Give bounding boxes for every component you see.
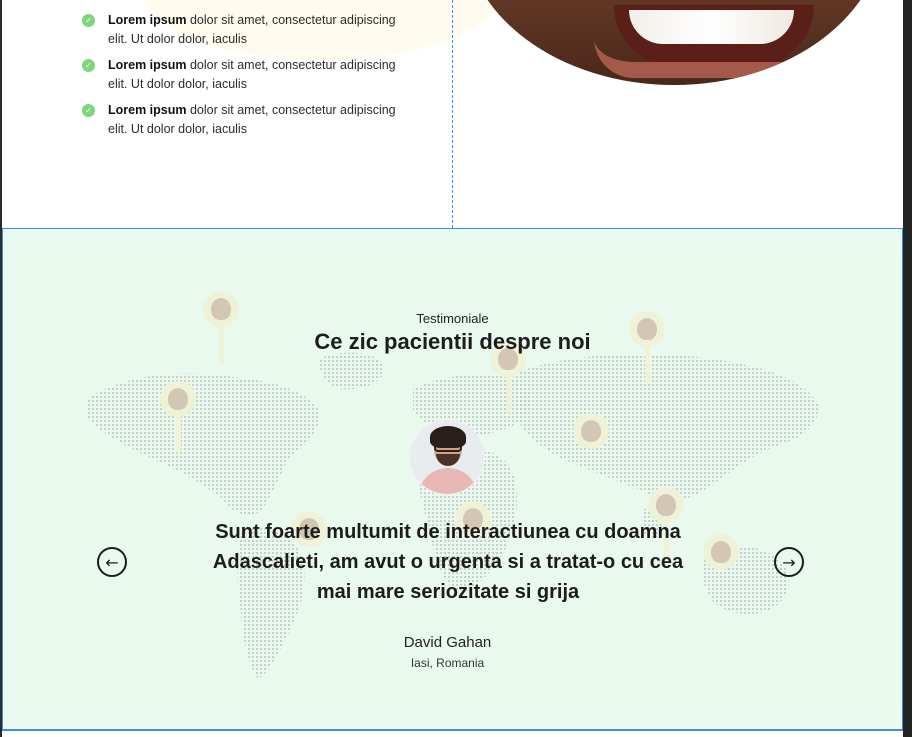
feature-item: ✓ Lorem ipsum dolor sit amet, consectetu…: [82, 11, 412, 48]
testimonials-section: Testimoniale Ce zic pacientii despre noi…: [2, 228, 903, 730]
arrow-right-circle-icon[interactable]: →: [774, 547, 804, 577]
photo-lip: [594, 38, 834, 78]
feature-bold: Lorem ipsum: [108, 58, 187, 72]
map-pin-avatar: [160, 381, 196, 461]
map-pin-circle: [160, 381, 196, 417]
check-circle-icon: ✓: [82, 104, 95, 117]
map-pin-face: [168, 388, 188, 410]
feature-text: Lorem ipsum dolor sit amet, consectetur …: [108, 56, 412, 93]
feature-bold: Lorem ipsum: [108, 13, 187, 27]
check-circle-icon: ✓: [82, 14, 95, 27]
feature-item: ✓ Lorem ipsum dolor sit amet, consectetu…: [82, 101, 412, 138]
avatar-body: [418, 468, 478, 494]
feature-bold: Lorem ipsum: [108, 103, 187, 117]
section-bottom-border: [2, 729, 903, 731]
map-pin-avatar: [573, 413, 609, 493]
map-pin-circle: [573, 413, 609, 449]
testimonial-avatar: [409, 419, 485, 495]
map-pin-circle: [703, 534, 739, 570]
avatar-glasses: [434, 444, 462, 452]
feature-item: ✓ Lorem ipsum dolor sit amet, consectetu…: [82, 56, 412, 93]
avatar-beard: [436, 454, 460, 466]
map-pin-stem: [506, 375, 511, 413]
feature-list: ✓ Lorem ipsum dolor sit amet, consectetu…: [82, 11, 412, 146]
map-pin-face: [656, 494, 676, 516]
section-title: Ce zic pacientii despre noi: [314, 329, 591, 354]
map-pin-face: [711, 541, 731, 563]
section-eyebrow: Testimoniale: [416, 311, 489, 326]
map-pin-avatar: [703, 534, 739, 614]
smile-photo: [464, 0, 884, 85]
arrow-left-circle-icon[interactable]: ←: [97, 547, 127, 577]
testimonial-author-name: David Gahan: [403, 634, 492, 651]
testimonial-author-location: Iasi, Romania: [410, 656, 485, 670]
column-divider: [452, 0, 453, 228]
feature-text: Lorem ipsum dolor sit amet, consectetur …: [108, 11, 412, 48]
frame-right-border: [903, 0, 912, 737]
map-pin-face: [581, 420, 601, 442]
map-pin-stem: [176, 415, 181, 453]
features-section: ✓ Lorem ipsum dolor sit amet, consectetu…: [2, 0, 903, 228]
check-circle-icon: ✓: [82, 59, 95, 72]
feature-text: Lorem ipsum dolor sit amet, consectetur …: [108, 101, 412, 138]
testimonial-quote: Sunt foarte multumit de interactiunea cu…: [212, 521, 684, 603]
